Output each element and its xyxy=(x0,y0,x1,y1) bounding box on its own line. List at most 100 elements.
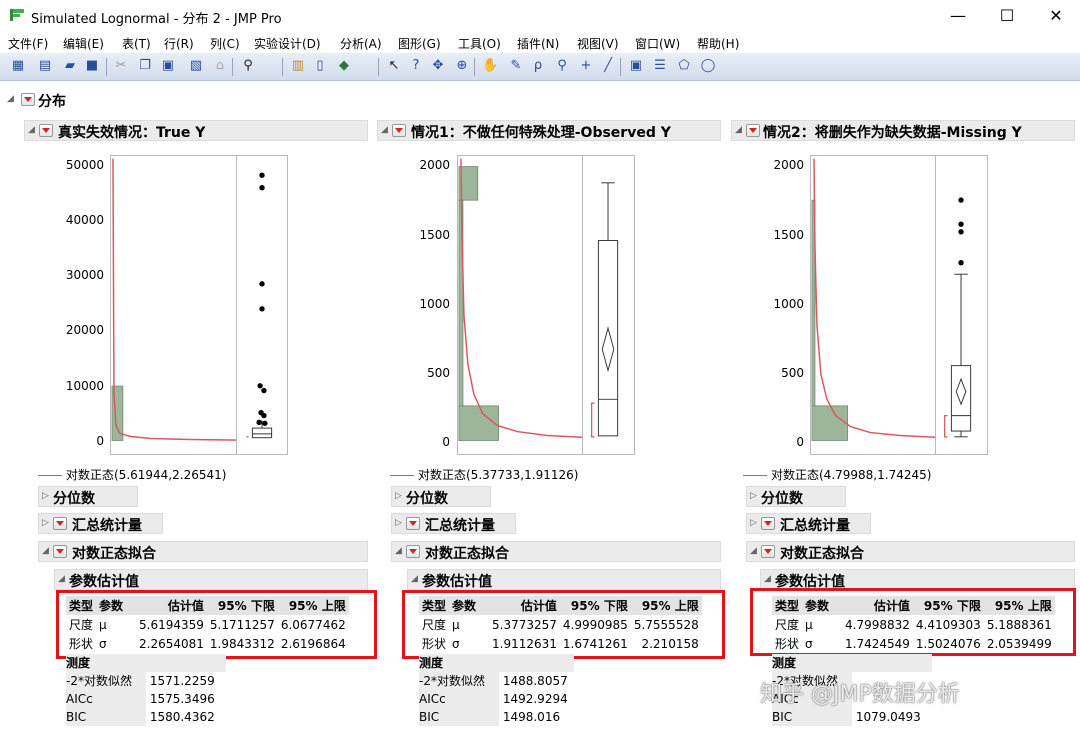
expand-triangle-icon[interactable]: ▷ xyxy=(750,518,757,528)
minimize-button[interactable]: — xyxy=(935,4,981,28)
outlier-point[interactable] xyxy=(958,221,964,227)
data-table-icon[interactable]: ▥ xyxy=(290,58,306,74)
menu-tools[interactable]: 工具(O) xyxy=(458,35,501,52)
summary-outline[interactable]: ▷ 汇总统计量 xyxy=(391,513,516,534)
collapse-triangle-icon[interactable]: ◢ xyxy=(395,546,402,556)
expand-triangle-icon[interactable]: ▷ xyxy=(750,491,757,501)
copy-icon[interactable]: ❐ xyxy=(137,58,153,74)
outlier-point[interactable] xyxy=(259,306,265,312)
menu-graph[interactable]: 图形(G) xyxy=(398,35,441,52)
collapse-triangle-icon[interactable]: ◢ xyxy=(42,546,49,556)
menu-addins[interactable]: 插件(N) xyxy=(517,35,559,52)
collapse-triangle-icon[interactable]: ◢ xyxy=(750,546,757,556)
fit-label: AICc xyxy=(66,690,146,708)
red-triangle-menu-icon[interactable] xyxy=(39,124,53,137)
outlier-point[interactable] xyxy=(958,197,964,203)
collapse-triangle-icon[interactable]: ◢ xyxy=(411,574,418,584)
box-plot[interactable] xyxy=(236,155,288,455)
menu-analyze[interactable]: 分析(A) xyxy=(340,35,382,52)
paste-icon[interactable]: ▣ xyxy=(160,58,176,74)
expand-triangle-icon[interactable]: ▷ xyxy=(395,491,402,501)
histogram-bar[interactable] xyxy=(458,405,499,441)
summary-outline[interactable]: ▷ 汇总统计量 xyxy=(746,513,871,534)
red-triangle-menu-icon[interactable] xyxy=(53,517,67,530)
new-table-icon[interactable]: ▦ xyxy=(10,58,26,74)
expand-triangle-icon[interactable]: ▷ xyxy=(395,518,402,528)
save-icon[interactable]: ■ xyxy=(84,58,100,74)
search-icon[interactable]: ⚲ xyxy=(240,58,256,74)
red-triangle-menu-icon[interactable] xyxy=(406,545,420,558)
expand-triangle-icon[interactable]: ▷ xyxy=(42,491,49,501)
outlier-point[interactable] xyxy=(958,259,964,266)
selection-tool-icon[interactable]: ✥ xyxy=(430,58,446,74)
quantiles-outline[interactable]: ▷ 分位数 xyxy=(391,486,491,507)
outlier-point[interactable] xyxy=(958,229,964,235)
menu-cols[interactable]: 列(C) xyxy=(210,35,240,52)
polygon-tool-icon[interactable]: ⬠ xyxy=(676,58,692,74)
histogram-bar[interactable] xyxy=(811,405,848,441)
help-tool-icon[interactable]: ? xyxy=(408,58,424,74)
add-in-icon[interactable]: ◆ xyxy=(336,58,352,74)
red-triangle-menu-icon[interactable] xyxy=(746,124,760,137)
outlier-point[interactable] xyxy=(259,172,265,178)
red-triangle-menu-icon[interactable] xyxy=(392,124,406,137)
red-triangle-menu-icon[interactable] xyxy=(21,93,35,106)
menu-help[interactable]: 帮助(H) xyxy=(697,35,739,52)
grabber-tool-icon[interactable]: ✋ xyxy=(482,58,498,74)
collapse-triangle-icon[interactable]: ◢ xyxy=(381,125,388,135)
summary-outline[interactable]: ▷ 汇总统计量 xyxy=(38,513,163,534)
outlier-point[interactable] xyxy=(262,420,268,426)
param-estimates-outline[interactable]: ◢ 参数估计值 xyxy=(54,569,368,590)
annotate-tool-icon[interactable]: ▣ xyxy=(628,58,644,74)
journal-icon[interactable]: ▧ xyxy=(188,58,204,74)
param-estimates-outline[interactable]: ◢ 参数估计值 xyxy=(407,569,721,590)
box-plot[interactable] xyxy=(935,155,988,455)
red-triangle-menu-icon[interactable] xyxy=(761,545,775,558)
list-tool-icon[interactable]: ☰ xyxy=(652,58,668,74)
magnifier-tool-icon[interactable]: ⚲ xyxy=(554,58,570,74)
menu-table[interactable]: 表(T) xyxy=(122,35,151,52)
menu-window[interactable]: 窗口(W) xyxy=(635,35,680,52)
quantiles-outline[interactable]: ▷ 分位数 xyxy=(746,486,846,507)
menu-doe[interactable]: 实验设计(D) xyxy=(254,35,321,52)
collapse-triangle-icon[interactable]: ◢ xyxy=(58,574,65,584)
collapse-triangle-icon[interactable]: ◢ xyxy=(764,574,771,584)
box-plot[interactable] xyxy=(582,155,635,455)
library-icon[interactable]: ▯ xyxy=(312,58,328,74)
outlier-point[interactable] xyxy=(261,412,267,419)
outlier-point[interactable] xyxy=(259,281,265,287)
lognormal-fit-outline[interactable]: ◢ 对数正态拟合 xyxy=(38,541,368,562)
outlier-point[interactable] xyxy=(261,387,267,394)
ellipse-tool-icon[interactable]: ◯ xyxy=(700,58,716,74)
crosshair-tool-icon[interactable]: ⊕ xyxy=(454,58,470,74)
outlier-point[interactable] xyxy=(256,419,262,426)
collapse-triangle-icon[interactable]: ◢ xyxy=(735,125,742,135)
close-button[interactable]: ✕ xyxy=(1033,4,1079,28)
arrow-tool-icon[interactable]: ↖ xyxy=(386,58,402,74)
lognormal-fit-outline[interactable]: ◢ 对数正态拟合 xyxy=(746,541,1075,562)
lock-icon[interactable]: ⌂ xyxy=(212,58,228,74)
lognormal-fit-outline[interactable]: ◢ 对数正态拟合 xyxy=(391,541,721,562)
open-folder-icon[interactable]: ▰ xyxy=(62,58,78,74)
new-script-icon[interactable]: ▤ xyxy=(37,58,53,74)
expand-triangle-icon[interactable]: ▷ xyxy=(42,518,49,528)
lasso-tool-icon[interactable]: ρ xyxy=(530,58,546,74)
collapse-triangle-icon[interactable]: ◢ xyxy=(28,125,35,135)
menu-edit[interactable]: 编辑(E) xyxy=(63,35,104,52)
outlier-point[interactable] xyxy=(257,383,263,389)
param-estimates-outline[interactable]: ◢ 参数估计值 xyxy=(760,569,1075,590)
red-triangle-menu-icon[interactable] xyxy=(406,517,420,530)
outlier-point[interactable] xyxy=(259,185,265,191)
crosshairs-icon[interactable]: + xyxy=(578,58,594,74)
red-triangle-menu-icon[interactable] xyxy=(761,517,775,530)
collapse-triangle-icon[interactable]: ◢ xyxy=(7,94,14,104)
line-tool-icon[interactable]: ╱ xyxy=(600,58,616,74)
menu-file[interactable]: 文件(F) xyxy=(8,35,48,52)
red-triangle-menu-icon[interactable] xyxy=(53,545,67,558)
menu-view[interactable]: 视图(V) xyxy=(577,35,619,52)
cut-icon[interactable]: ✂ xyxy=(113,58,129,74)
brush-tool-icon[interactable]: ✎ xyxy=(508,58,524,74)
quantiles-outline[interactable]: ▷ 分位数 xyxy=(38,486,138,507)
maximize-button[interactable]: ☐ xyxy=(984,4,1030,28)
menu-rows[interactable]: 行(R) xyxy=(164,35,194,52)
